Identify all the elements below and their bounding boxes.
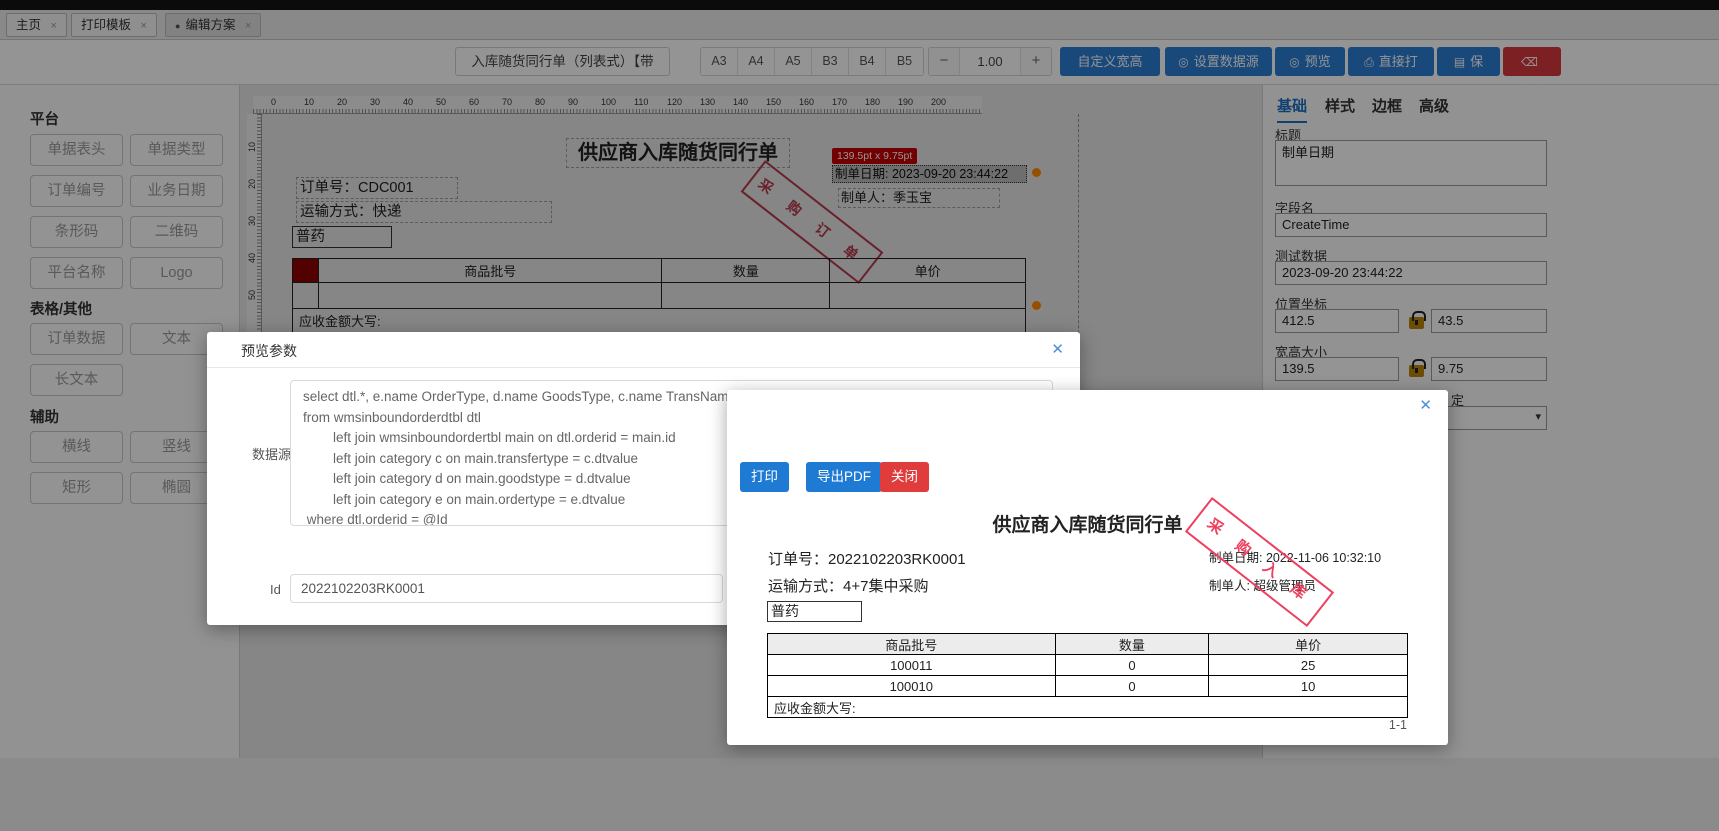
export-pdf-button[interactable]: 导出PDF — [806, 462, 882, 492]
close-icon[interactable]: ✕ — [1419, 396, 1432, 414]
id-input[interactable]: 2022102203RK0001 — [290, 574, 723, 603]
cell-qty: 0 — [1054, 654, 1210, 676]
cell-price: 25 — [1208, 654, 1408, 676]
id-label: Id — [270, 582, 281, 597]
amount-footer: 应收金额大写: — [767, 696, 1408, 718]
preview-drug-type: 普药 — [767, 601, 862, 622]
dialog-header: 预览参数 ✕ — [207, 332, 1080, 368]
datasource-label: 数据源 — [252, 447, 292, 462]
col-batch: 商品批号 — [767, 633, 1056, 655]
cell-batch: 100011 — [767, 654, 1056, 676]
page-indicator: 1-1 — [1388, 718, 1407, 732]
preview-doc-title: 供应商入库随货同行单 — [992, 515, 1183, 536]
col-price: 单价 — [1208, 633, 1408, 655]
table-row: 100011 0 25 — [767, 654, 1408, 676]
print-button[interactable]: 打印 — [740, 462, 789, 492]
print-preview-dialog: ✕ 打印 导出PDF 关闭 供应商入库随货同行单 订单号：2022102203R… — [727, 390, 1448, 745]
close-icon[interactable]: ✕ — [1051, 340, 1064, 358]
table-row: 100010 0 10 — [767, 675, 1408, 697]
cell-price: 10 — [1208, 675, 1408, 697]
preview-order-table: 商品批号 数量 单价 100011 0 25 100010 0 10 应收金额大… — [767, 633, 1408, 718]
col-qty: 数量 — [1054, 633, 1210, 655]
close-preview-button[interactable]: 关闭 — [880, 462, 929, 492]
preview-transport: 运输方式：4+7集中采购 — [768, 578, 929, 595]
dialog-title: 预览参数 — [241, 343, 297, 359]
table-footer-row: 应收金额大写: — [767, 696, 1408, 718]
preview-order-no: 订单号：2022102203RK0001 — [768, 551, 966, 568]
cell-qty: 0 — [1054, 675, 1210, 697]
cell-batch: 100010 — [767, 675, 1056, 697]
